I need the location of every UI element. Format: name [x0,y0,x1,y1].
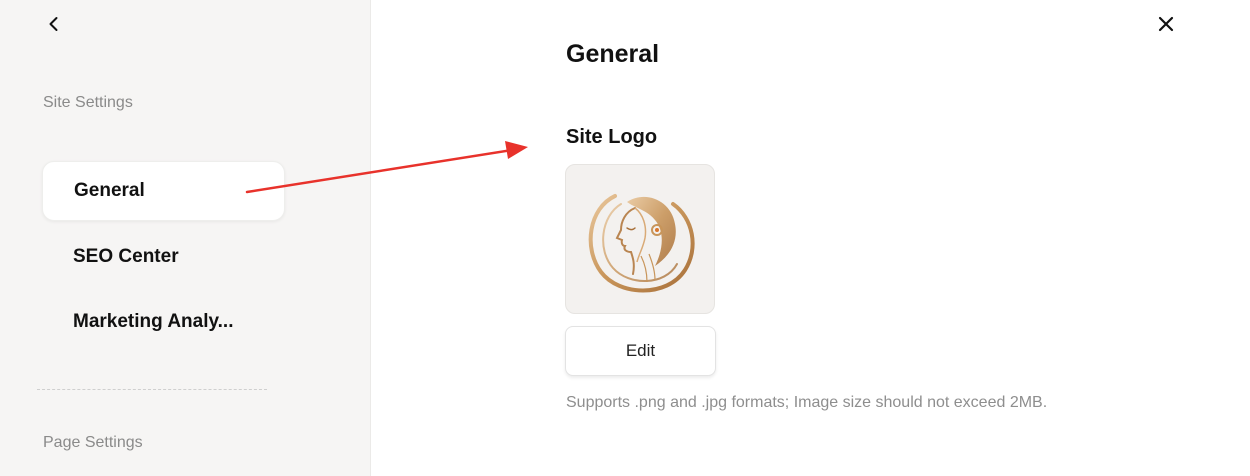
back-button[interactable] [40,10,68,38]
close-button[interactable] [1152,10,1180,38]
sidebar-item-label: Marketing Analy... [73,311,234,332]
edit-logo-button[interactable]: Edit [565,326,716,376]
close-icon [1158,16,1174,32]
sidebar: Site Settings General SEO Center Marketi… [0,0,371,476]
page-title: General [566,40,660,68]
chevron-left-icon [49,17,58,31]
page-settings-label: Page Settings [43,434,143,451]
sidebar-item-label: General [74,180,145,201]
logo-format-hint: Supports .png and .jpg formats; Image si… [566,394,1048,411]
sidebar-divider [37,389,267,390]
site-logo-heading: Site Logo [566,126,658,148]
sidebar-item-general[interactable]: General [42,161,285,221]
sidebar-item-seo-center[interactable]: SEO Center [42,227,285,287]
sidebar-item-label: SEO Center [73,246,179,267]
sidebar-item-marketing-analytics[interactable]: Marketing Analy... [42,292,285,352]
site-logo-preview[interactable] [565,164,715,314]
site-settings-label: Site Settings [43,94,133,111]
site-logo-image [588,194,695,293]
